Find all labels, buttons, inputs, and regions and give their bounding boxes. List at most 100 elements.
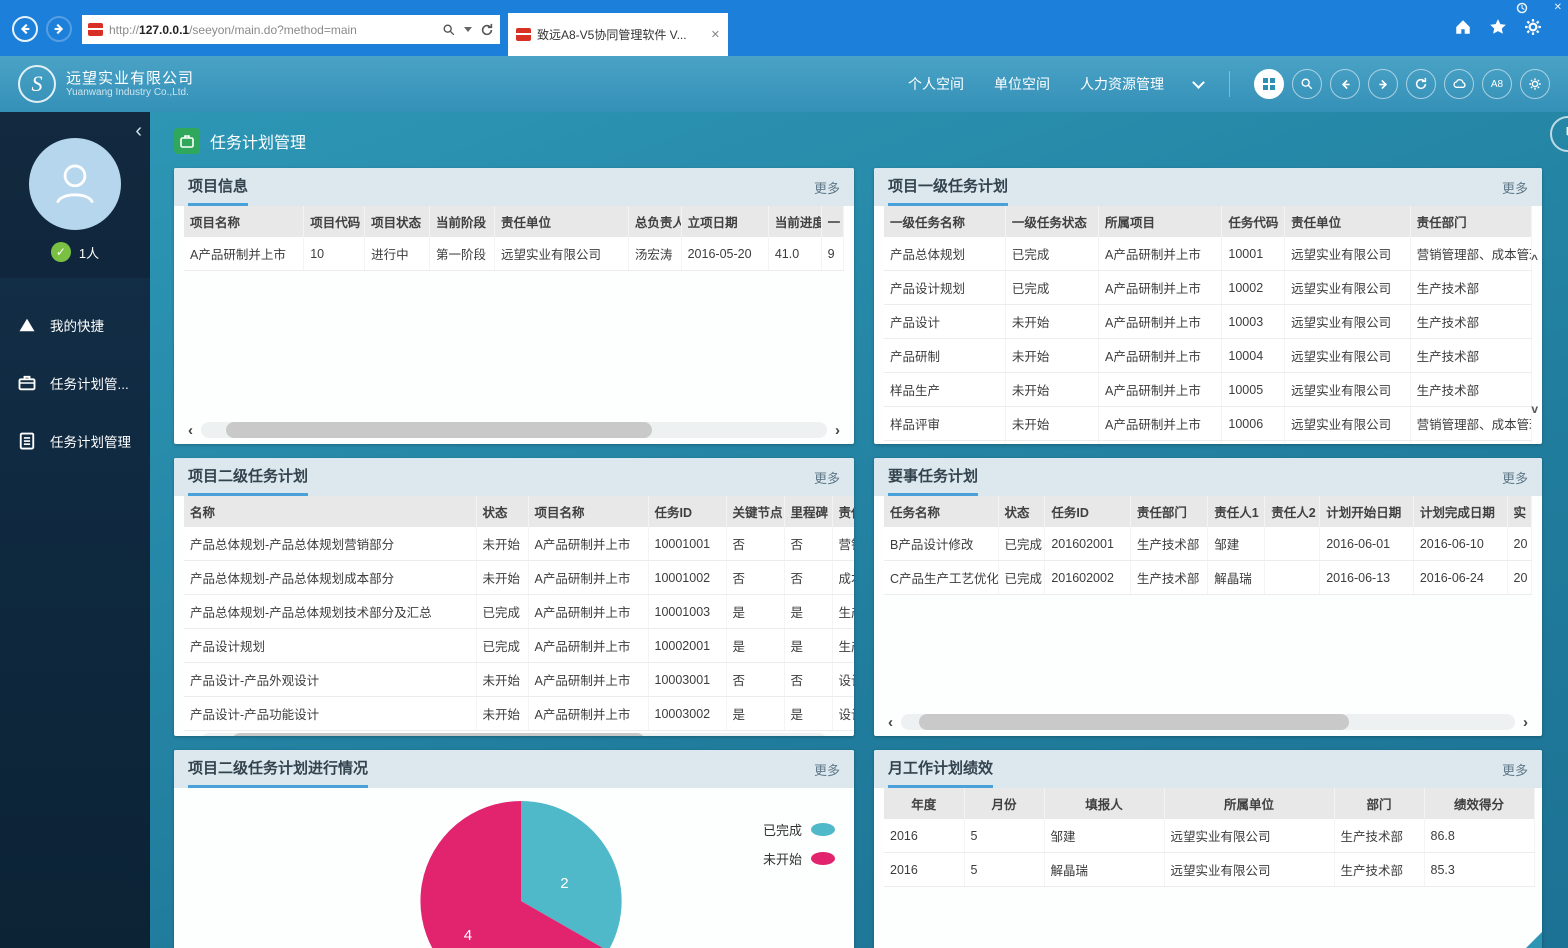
forward-button[interactable] bbox=[1368, 69, 1398, 99]
column-header[interactable]: 部门 bbox=[1334, 788, 1424, 819]
back-button[interactable] bbox=[1330, 69, 1360, 99]
column-header[interactable]: 责任单位 bbox=[494, 206, 628, 237]
browser-forward-button[interactable] bbox=[46, 16, 72, 42]
more-link[interactable]: 更多 bbox=[1502, 168, 1528, 206]
scroll-right-icon[interactable]: › bbox=[835, 423, 840, 438]
settings-button[interactable] bbox=[1520, 69, 1550, 99]
column-header[interactable]: 责任部门 bbox=[1130, 496, 1207, 527]
column-header[interactable]: 任务ID bbox=[648, 496, 726, 527]
scrollbar-track[interactable] bbox=[901, 714, 1515, 730]
browser-back-button[interactable] bbox=[12, 16, 38, 42]
more-link[interactable]: 更多 bbox=[1502, 458, 1528, 496]
table-row[interactable]: 20165解晶瑞远望实业有限公司生产技术部85.3 bbox=[884, 853, 1534, 887]
scrollbar-track[interactable] bbox=[201, 422, 827, 438]
window-close-icon[interactable]: ✕ bbox=[1554, 2, 1562, 14]
table-row[interactable]: 产品总体规划-产品总体规划营销部分未开始A产品研制并上市10001001否否营销 bbox=[184, 527, 854, 561]
settings-gear-icon[interactable] bbox=[1524, 18, 1542, 36]
horizontal-scrollbar[interactable]: ‹ › bbox=[184, 420, 844, 444]
column-header[interactable]: 里程碑 bbox=[784, 496, 832, 527]
column-header[interactable]: 一级任务名称 bbox=[884, 206, 1005, 237]
avatar[interactable] bbox=[29, 138, 121, 230]
column-header[interactable]: 立项日期 bbox=[681, 206, 768, 237]
column-header[interactable]: 当前进度 bbox=[768, 206, 821, 237]
search-button[interactable] bbox=[1292, 69, 1322, 99]
nav-personal-space[interactable]: 个人空间 bbox=[908, 74, 964, 94]
column-header[interactable]: 年度 bbox=[884, 788, 964, 819]
column-header[interactable]: 项目状态 bbox=[365, 206, 430, 237]
scroll-down-icon[interactable]: v bbox=[1531, 402, 1538, 416]
column-header[interactable]: 一 bbox=[821, 206, 843, 237]
scrollbar-thumb[interactable] bbox=[226, 422, 652, 438]
table-row[interactable]: 产品总体规划已完成A产品研制并上市10001远望实业有限公司营销管理部、成本管理 bbox=[884, 237, 1532, 271]
column-header[interactable]: 任务ID bbox=[1045, 496, 1131, 527]
scroll-right-icon[interactable]: › bbox=[1523, 715, 1528, 730]
table-row[interactable]: A产品研制并上市10进行中第一阶段远望实业有限公司汤宏涛2016-05-2041… bbox=[184, 237, 844, 271]
scroll-right-icon[interactable]: › bbox=[835, 734, 840, 737]
sidebar-collapse-icon[interactable]: ‹ bbox=[135, 120, 142, 143]
table-row[interactable]: 样品评审未开始A产品研制并上市10006远望实业有限公司营销管理部、成本管理 bbox=[884, 407, 1532, 441]
scroll-left-icon[interactable]: ‹ bbox=[888, 715, 893, 730]
scroll-left-icon[interactable]: ‹ bbox=[188, 734, 193, 737]
address-bar[interactable]: http://127.0.0.1/seeyon/main.do?method=m… bbox=[82, 15, 500, 44]
column-header[interactable]: 名称 bbox=[184, 496, 476, 527]
column-header[interactable]: 项目名称 bbox=[184, 206, 304, 237]
table-row[interactable]: 产品设计规划已完成A产品研制并上市10002远望实业有限公司生产技术部 bbox=[884, 271, 1532, 305]
sidebar-item-my-shortcuts[interactable]: 我的快捷 bbox=[0, 296, 150, 354]
table-row[interactable]: 产品总体规划-产品总体规划技术部分及汇总已完成A产品研制并上市10001003是… bbox=[184, 595, 854, 629]
table-row[interactable]: 样品生产未开始A产品研制并上市10005远望实业有限公司生产技术部 bbox=[884, 373, 1532, 407]
table-row[interactable]: B产品设计修改已完成201602001生产技术部邹建2016-06-012016… bbox=[884, 527, 1532, 561]
search-icon[interactable] bbox=[442, 23, 456, 37]
more-link[interactable]: 更多 bbox=[814, 168, 840, 206]
horizontal-scrollbar[interactable]: ‹ › bbox=[184, 731, 844, 736]
address-dropdown-icon[interactable] bbox=[464, 27, 472, 32]
table-row[interactable]: 产品技术优化未开始A产品研制并上市10007远望实业有限公司生产技术部 bbox=[884, 441, 1532, 445]
column-header[interactable]: 项目代码 bbox=[304, 206, 365, 237]
refresh-icon[interactable] bbox=[480, 23, 494, 37]
column-header[interactable]: 责任单位 bbox=[1285, 206, 1410, 237]
home-icon[interactable] bbox=[1454, 18, 1472, 36]
sidebar-item-task-plan-mgmt-1[interactable]: 任务计划管... bbox=[0, 354, 150, 412]
scroll-left-icon[interactable]: ‹ bbox=[188, 423, 193, 438]
table-row[interactable]: 产品总体规划-产品总体规划成本部分未开始A产品研制并上市10001002否否成本 bbox=[184, 561, 854, 595]
column-header[interactable]: 状态 bbox=[998, 496, 1045, 527]
column-header[interactable]: 计划开始日期 bbox=[1320, 496, 1414, 527]
column-header[interactable]: 月份 bbox=[964, 788, 1044, 819]
nav-hr-management[interactable]: 人力资源管理 bbox=[1080, 74, 1164, 94]
favorites-star-icon[interactable] bbox=[1489, 18, 1507, 36]
horizontal-scrollbar[interactable]: ‹ › bbox=[884, 712, 1532, 736]
column-header[interactable]: 关键节点 bbox=[726, 496, 784, 527]
sync-icon[interactable] bbox=[1516, 2, 1528, 14]
column-header[interactable]: 项目名称 bbox=[528, 496, 648, 527]
chevron-down-icon[interactable] bbox=[1192, 76, 1205, 89]
scrollbar-thumb[interactable] bbox=[232, 733, 645, 736]
apps-grid-button[interactable] bbox=[1254, 69, 1284, 99]
clock-float-button[interactable] bbox=[1550, 116, 1568, 152]
column-header[interactable]: 任务代码 bbox=[1222, 206, 1285, 237]
table-row[interactable]: C产品生产工艺优化已完成201602002生产技术部解晶瑞2016-06-132… bbox=[884, 561, 1532, 595]
column-header[interactable]: 责任 bbox=[832, 496, 854, 527]
column-header[interactable]: 责任部门 bbox=[1410, 206, 1531, 237]
url-text[interactable]: http://127.0.0.1/seeyon/main.do?method=m… bbox=[109, 23, 436, 37]
column-header[interactable]: 实 bbox=[1507, 496, 1532, 527]
sidebar-item-task-plan-mgmt-2[interactable]: 任务计划管理 bbox=[0, 412, 150, 470]
column-header[interactable]: 所属单位 bbox=[1164, 788, 1334, 819]
table-row[interactable]: 产品设计未开始A产品研制并上市10003远望实业有限公司生产技术部 bbox=[884, 305, 1532, 339]
table-row[interactable]: 产品设计-产品外观设计未开始A产品研制并上市10003001否否设计 bbox=[184, 663, 854, 697]
column-header[interactable]: 当前阶段 bbox=[430, 206, 495, 237]
cloud-button[interactable] bbox=[1444, 69, 1474, 99]
column-header[interactable]: 绩效得分 bbox=[1424, 788, 1534, 819]
nav-unit-space[interactable]: 单位空间 bbox=[994, 74, 1050, 94]
scrollbar-thumb[interactable] bbox=[919, 714, 1349, 730]
table-row[interactable]: 产品设计规划已完成A产品研制并上市10002001是是生产 bbox=[184, 629, 854, 663]
column-header[interactable]: 责任人1 bbox=[1208, 496, 1265, 527]
column-header[interactable]: 填报人 bbox=[1044, 788, 1164, 819]
column-header[interactable]: 总负责人 bbox=[628, 206, 681, 237]
column-header[interactable]: 责任人2 bbox=[1265, 496, 1320, 527]
column-header[interactable]: 一级任务状态 bbox=[1005, 206, 1098, 237]
table-row[interactable]: 20165邹建远望实业有限公司生产技术部86.8 bbox=[884, 819, 1534, 853]
more-link[interactable]: 更多 bbox=[814, 458, 840, 496]
browser-tab[interactable]: 致远A8-V5协同管理软件 V... ✕ bbox=[508, 13, 728, 56]
more-link[interactable]: 更多 bbox=[1502, 750, 1528, 788]
column-header[interactable]: 计划完成日期 bbox=[1413, 496, 1507, 527]
scroll-up-icon[interactable]: ^ bbox=[1531, 252, 1538, 266]
